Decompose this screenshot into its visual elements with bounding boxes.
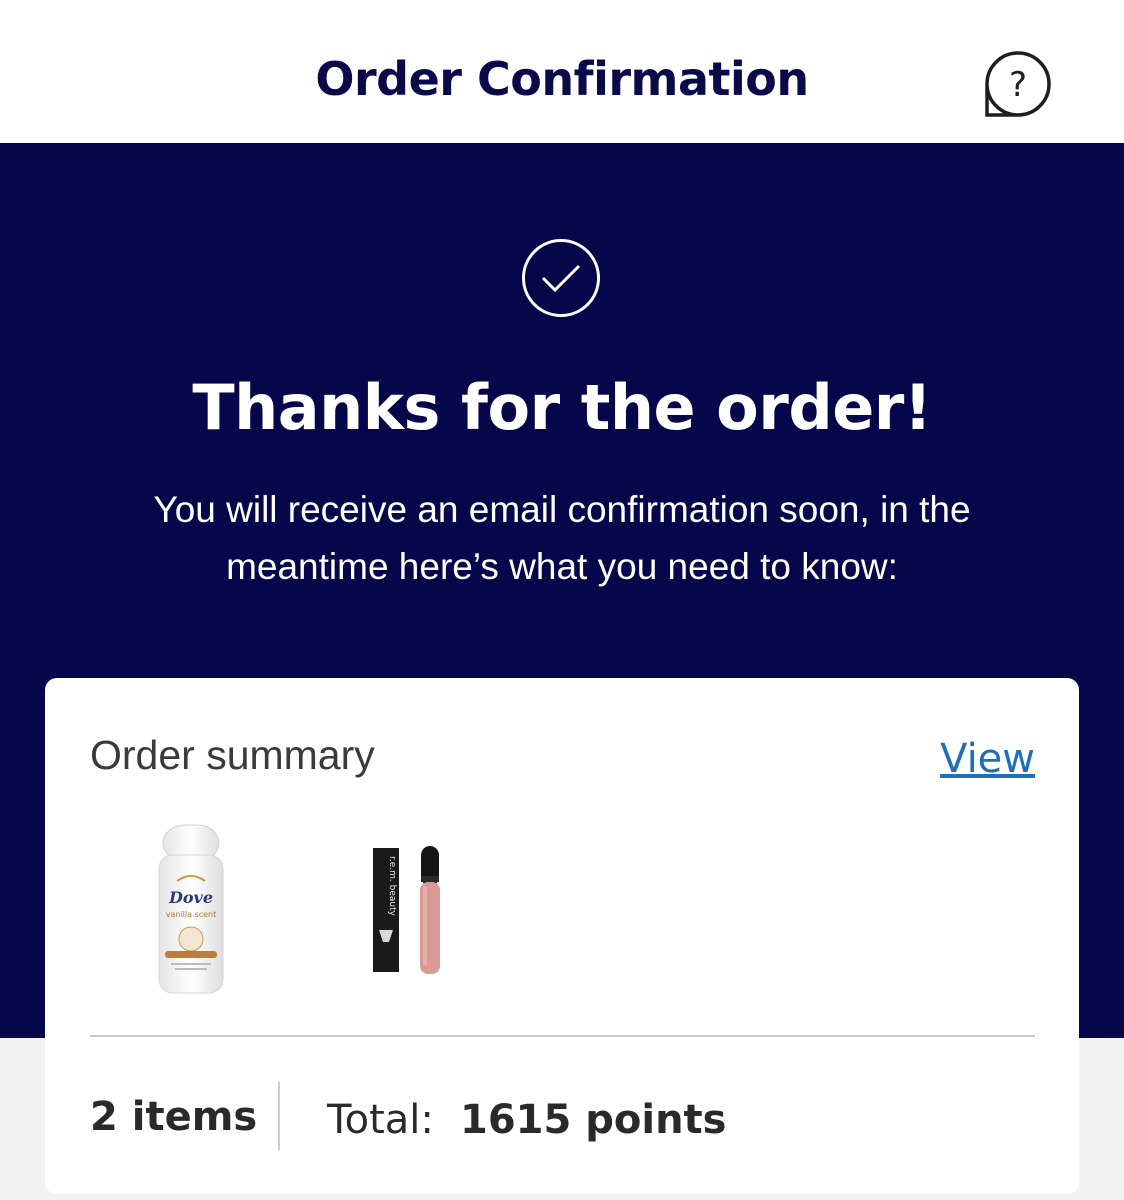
lip-gloss-image: r.e.m. beauty: [373, 846, 440, 974]
summary-separator: [278, 1082, 280, 1150]
items-count: 2 items: [90, 1094, 258, 1140]
order-summary-title: Order summary: [90, 732, 375, 778]
total-label: Total:: [327, 1097, 434, 1143]
product-thumbnail-dove[interactable]: Dove vanilla scent: [153, 821, 229, 999]
thanks-heading: Thanks for the order!: [192, 371, 932, 444]
dove-brand-label: Dove: [168, 888, 213, 907]
product-thumbnail-lipgloss[interactable]: r.e.m. beauty: [369, 846, 445, 976]
check-circle-icon: [522, 239, 600, 317]
view-order-link[interactable]: View: [940, 736, 1035, 782]
help-button[interactable]: ?: [984, 50, 1052, 118]
total-points-value: 1615 points: [460, 1097, 727, 1143]
question-speech-bubble-icon: ?: [985, 51, 1051, 117]
page-title: Order Confirmation: [315, 52, 809, 106]
lipgloss-brand-label: r.e.m. beauty: [387, 856, 397, 917]
summary-divider: [90, 1035, 1035, 1037]
dove-sub-label: vanilla scent: [166, 910, 217, 919]
order-summary-card: Order summary View Dove vanilla scent r.…: [45, 678, 1079, 1194]
confirmation-message: You will receive an email confirmation s…: [153, 489, 971, 587]
app-header: Order Confirmation ?: [0, 0, 1124, 143]
svg-text:?: ?: [1009, 65, 1027, 105]
dove-deodorant-image: Dove vanilla scent: [158, 824, 224, 994]
